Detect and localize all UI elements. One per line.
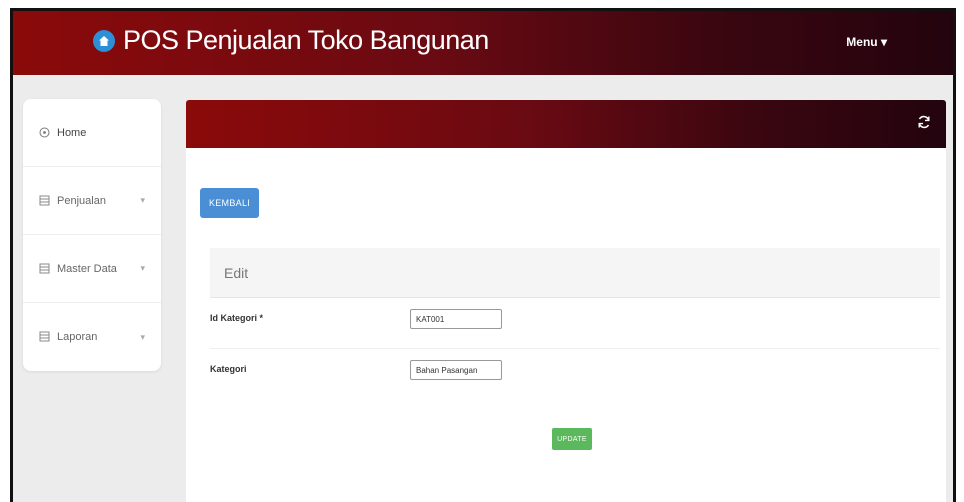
sidebar-item-home[interactable]: Home <box>23 99 161 167</box>
app-window: POS Penjualan Toko Bangunan Menu ▾ Home … <box>10 8 956 502</box>
panel-heading: Edit <box>210 248 940 298</box>
list-icon <box>39 263 51 275</box>
id-kategori-input[interactable] <box>410 309 502 329</box>
sidebar-item-label: Penjualan <box>57 194 106 207</box>
chevron-down-icon: ▾ <box>140 331 145 342</box>
kategori-label: Kategori <box>210 364 247 374</box>
content-header-bar <box>186 100 946 148</box>
main-content: KEMBALI Edit Id Kategori * Kategori UPDA… <box>186 148 946 502</box>
edit-panel: Edit Id Kategori * Kategori <box>210 248 940 502</box>
form-row: Id Kategori * <box>210 298 940 349</box>
refresh-icon[interactable] <box>916 114 934 132</box>
app-title: POS Penjualan Toko Bangunan <box>123 25 489 55</box>
app-logo-icon <box>93 29 115 52</box>
sidebar: Home Penjualan ▾ Master Data ▾ Laporan ▾ <box>23 99 161 371</box>
list-icon <box>39 195 51 207</box>
chevron-down-icon: ▾ <box>140 195 145 205</box>
sidebar-item-label: Home <box>57 126 87 139</box>
sidebar-item-label: Master Data <box>57 262 117 275</box>
form-row: Kategori <box>210 349 940 399</box>
sidebar-item-master-data[interactable]: Master Data ▾ <box>23 235 161 303</box>
home-icon <box>39 127 51 139</box>
sidebar-item-penjualan[interactable]: Penjualan ▾ <box>23 167 161 235</box>
list-icon <box>39 331 51 343</box>
id-kategori-label: Id Kategori * <box>210 313 264 323</box>
chevron-down-icon: ▾ <box>880 35 887 49</box>
sidebar-item-label: Laporan <box>57 331 98 343</box>
menu-dropdown[interactable]: Menu ▾ <box>846 35 887 49</box>
sidebar-item-laporan[interactable]: Laporan ▾ <box>23 303 161 371</box>
top-navbar: POS Penjualan Toko Bangunan Menu ▾ <box>13 11 953 75</box>
kategori-input[interactable] <box>410 360 502 380</box>
back-button[interactable]: KEMBALI <box>200 188 259 218</box>
update-button[interactable]: UPDATE <box>552 428 592 450</box>
chevron-down-icon: ▾ <box>140 263 145 273</box>
menu-label: Menu <box>846 35 878 49</box>
brand[interactable]: POS Penjualan Toko Bangunan <box>93 25 489 56</box>
